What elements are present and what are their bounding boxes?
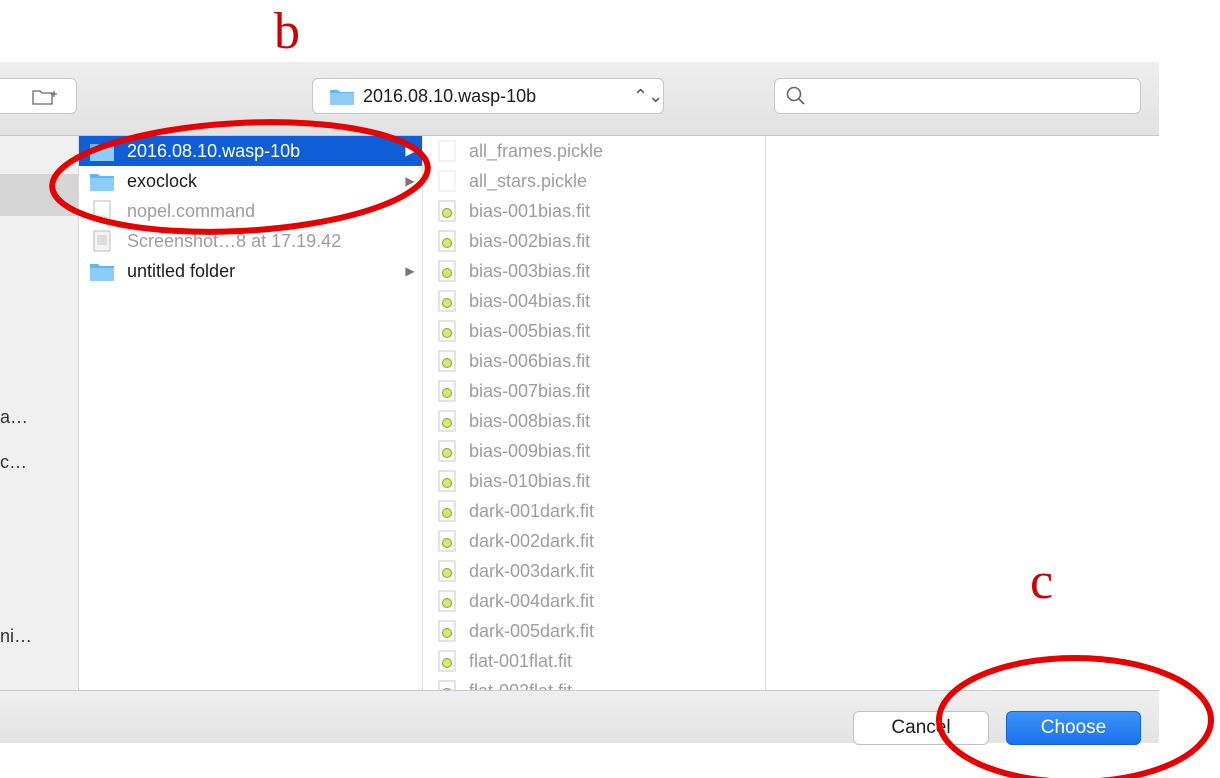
- file-list-item-label: bias-004bias.fit: [469, 290, 591, 311]
- image-file-icon: [93, 230, 111, 252]
- file-list-item-label: bias-010bias.fit: [469, 470, 591, 491]
- file-list-item: bias-009bias.fit: [423, 436, 765, 466]
- list-item-shell-script: SHELL nopel.command: [79, 196, 422, 226]
- folder-icon: [90, 144, 114, 161]
- fits-file-icon: [438, 260, 456, 282]
- file-list-item-label: dark-005dark.fit: [469, 620, 595, 641]
- disclosure-arrow-icon: ▶: [405, 174, 415, 188]
- file-list-item-label: bias-002bias.fit: [469, 230, 591, 251]
- file-list-item-label: bias-003bias.fit: [469, 260, 591, 281]
- file-list-item: bias-007bias.fit: [423, 376, 765, 406]
- file-list-item: all_stars.pickle: [423, 166, 765, 196]
- file-list-item: dark-005dark.fit: [423, 616, 765, 646]
- fits-file-icon: [438, 560, 456, 582]
- fits-file-icon: [438, 470, 456, 492]
- list-item-label: Screenshot…8 at 17.19.42: [127, 230, 342, 251]
- file-list-item: flat-002flat.fit: [423, 676, 765, 690]
- file-list-item-label: dark-004dark.fit: [469, 590, 595, 611]
- file-list-item: all_frames.pickle: [423, 136, 765, 166]
- list-item-label: untitled folder: [127, 260, 236, 281]
- folder-icon: [90, 174, 114, 191]
- file-list-item-label: bias-005bias.fit: [469, 320, 591, 341]
- file-list-item: bias-010bias.fit: [423, 466, 765, 496]
- path-popup-button[interactable]: 2016.08.10.wasp-10b ⌃⌄: [312, 78, 664, 114]
- fits-file-icon: [438, 440, 456, 462]
- chevron-up-down-icon: ⌃⌄: [633, 85, 664, 106]
- file-list-item-label: flat-002flat.fit: [469, 681, 765, 691]
- fits-file-icon: [438, 590, 456, 612]
- annotation-letter-b: b: [274, 3, 300, 60]
- folder-icon: [330, 90, 354, 105]
- file-list-item-label: bias-001bias.fit: [469, 200, 591, 221]
- list-item-label: 2016.08.10.wasp-10b: [127, 140, 301, 161]
- file-list-item-label: all_frames.pickle: [469, 140, 604, 161]
- list-item-folder-exoclock[interactable]: exoclock ▶: [79, 166, 422, 196]
- file-list-item: bias-006bias.fit: [423, 346, 765, 376]
- search-icon: [786, 86, 805, 105]
- file-list-item-label: dark-001dark.fit: [469, 500, 595, 521]
- file-list-item: flat-001flat.fit: [423, 646, 765, 676]
- cancel-button[interactable]: Cancel: [853, 711, 989, 745]
- sidebar-item-2[interactable]: c…: [0, 452, 27, 473]
- file-list-item: dark-001dark.fit: [423, 496, 765, 526]
- fits-file-icon: [438, 200, 456, 222]
- fits-file-icon: [438, 380, 456, 402]
- browser-column-2: all_frames.pickle all_stars.pickle bias-00…: [423, 136, 766, 690]
- file-list-item: bias-003bias.fit: [423, 256, 765, 286]
- sidebar-item-1[interactable]: a…: [0, 407, 28, 428]
- bottom-bar: Cancel Choose: [0, 690, 1159, 745]
- fits-file-icon: [438, 680, 456, 690]
- file-list-item-label: dark-003dark.fit: [469, 560, 595, 581]
- fits-file-icon: [438, 320, 456, 342]
- file-list-item-label: flat-001flat.fit: [469, 650, 573, 671]
- fits-file-icon: [438, 620, 456, 642]
- sidebar: a… c… ni…: [0, 136, 79, 690]
- file-list-item-label: bias-006bias.fit: [469, 350, 591, 371]
- toolbar: 2016.08.10.wasp-10b ⌃⌄: [0, 62, 1159, 136]
- fits-file-icon: [438, 500, 456, 522]
- new-folder-button[interactable]: [0, 78, 77, 114]
- fits-file-icon: [438, 350, 456, 372]
- list-item-screenshot: Screenshot…8 at 17.19.42: [79, 226, 422, 256]
- file-list-item-label: bias-008bias.fit: [469, 410, 591, 431]
- disclosure-arrow-icon: ▶: [405, 264, 415, 278]
- file-list-item-label: bias-009bias.fit: [469, 440, 591, 461]
- list-item-label: exoclock: [127, 170, 198, 191]
- document-icon: [438, 140, 456, 162]
- search-input[interactable]: [774, 78, 1141, 114]
- fits-file-icon: [438, 650, 456, 672]
- new-folder-icon: [32, 90, 57, 105]
- file-list-item: bias-005bias.fit: [423, 316, 765, 346]
- file-list-item-label: dark-002dark.fit: [469, 530, 595, 551]
- sidebar-selected-item[interactable]: [0, 174, 78, 216]
- file-list-item: bias-002bias.fit: [423, 226, 765, 256]
- open-dialog: 2016.08.10.wasp-10b ⌃⌄ a… c… ni… 2016.08…: [0, 62, 1159, 745]
- svg-text:SHELL: SHELL: [96, 214, 109, 219]
- fits-file-icon: [438, 530, 456, 552]
- list-item-label: nopel.command: [127, 200, 256, 221]
- file-list-item: dark-002dark.fit: [423, 526, 765, 556]
- annotation-letter-c: c: [1030, 553, 1054, 610]
- document-icon: [438, 170, 456, 192]
- file-list-item: bias-004bias.fit: [423, 286, 765, 316]
- path-popup-label: 2016.08.10.wasp-10b: [363, 85, 537, 106]
- disclosure-arrow-icon: ▶: [405, 144, 415, 158]
- fits-file-icon: [438, 290, 456, 312]
- file-list-item: dark-004dark.fit: [423, 586, 765, 616]
- list-item-folder-wasp[interactable]: 2016.08.10.wasp-10b ▶: [79, 136, 422, 166]
- shell-script-icon: SHELL: [93, 200, 111, 222]
- sidebar-item-3[interactable]: ni…: [0, 626, 32, 647]
- preview-column: [766, 136, 1159, 690]
- file-list-item: bias-008bias.fit: [423, 406, 765, 436]
- choose-button[interactable]: Choose: [1006, 711, 1141, 745]
- file-list-item-label: bias-007bias.fit: [469, 380, 591, 401]
- fits-file-icon: [438, 230, 456, 252]
- file-list-item: bias-001bias.fit: [423, 196, 765, 226]
- fits-file-icon: [438, 410, 456, 432]
- file-list-item: dark-003dark.fit: [423, 556, 765, 586]
- list-item-folder-untitled[interactable]: untitled folder ▶: [79, 256, 422, 286]
- file-list-item-label: all_stars.pickle: [469, 170, 588, 191]
- browser-column-1: 2016.08.10.wasp-10b ▶ exoclock ▶ SHELL n…: [79, 136, 423, 690]
- folder-icon: [90, 264, 114, 281]
